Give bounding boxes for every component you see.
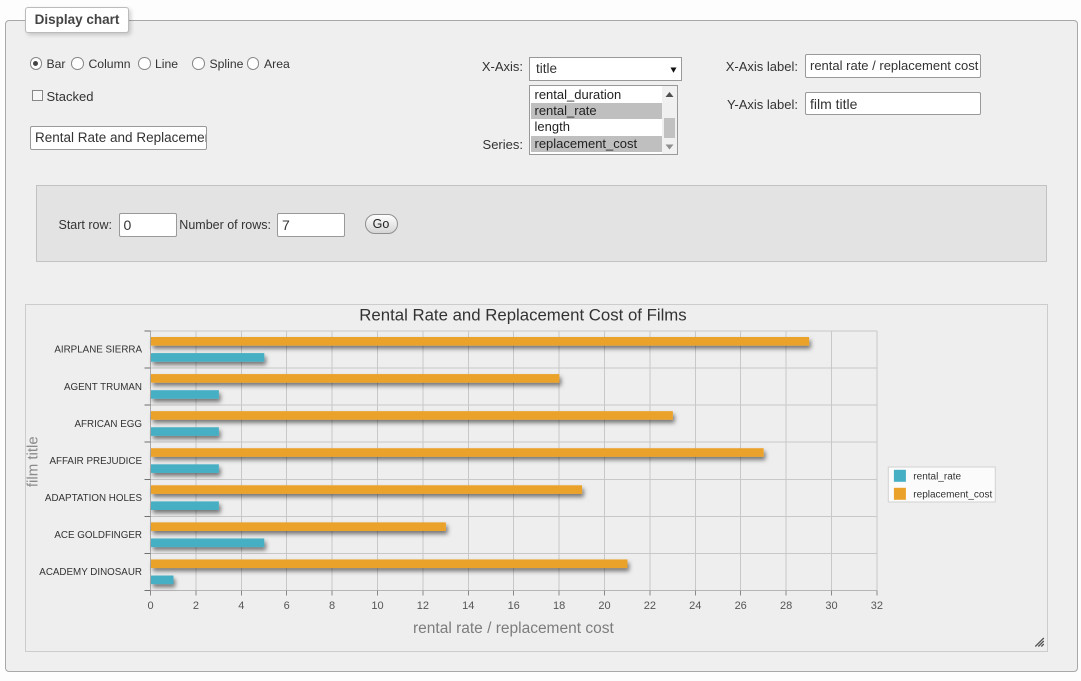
svg-text:rental rate / replacement cost: rental rate / replacement cost	[413, 620, 614, 637]
svg-text:AFRICAN EGG: AFRICAN EGG	[74, 419, 142, 430]
svg-text:ADAPTATION HOLES: ADAPTATION HOLES	[45, 493, 143, 504]
svg-text:ACADEMY DINOSAUR: ACADEMY DINOSAUR	[39, 567, 142, 578]
svg-text:AGENT TRUMAN: AGENT TRUMAN	[64, 382, 142, 393]
svg-text:32: 32	[870, 600, 882, 612]
svg-text:film title: film title	[25, 436, 41, 487]
svg-text:30: 30	[825, 600, 837, 612]
svg-text:8: 8	[329, 600, 335, 612]
svg-text:22: 22	[643, 600, 655, 612]
svg-text:24: 24	[689, 600, 701, 612]
svg-text:28: 28	[780, 600, 792, 612]
svg-text:AIRPLANE SIERRA: AIRPLANE SIERRA	[54, 345, 142, 356]
svg-text:4: 4	[238, 600, 244, 612]
svg-text:ACE GOLDFINGER: ACE GOLDFINGER	[54, 530, 142, 541]
svg-text:2: 2	[193, 600, 199, 612]
svg-text:replacement_cost: replacement_cost	[913, 490, 992, 501]
svg-text:12: 12	[416, 600, 428, 612]
svg-text:16: 16	[507, 600, 519, 612]
svg-text:10: 10	[371, 600, 383, 612]
svg-text:6: 6	[283, 600, 289, 612]
svg-text:AFFAIR PREJUDICE: AFFAIR PREJUDICE	[49, 456, 142, 467]
svg-text:26: 26	[734, 600, 746, 612]
svg-text:18: 18	[553, 600, 565, 612]
svg-text:Rental Rate and Replacement Co: Rental Rate and Replacement Cost of Film…	[359, 306, 686, 325]
svg-text:0: 0	[147, 600, 153, 612]
svg-text:rental_rate: rental_rate	[913, 472, 961, 483]
svg-text:20: 20	[598, 600, 610, 612]
svg-text:14: 14	[462, 600, 474, 612]
